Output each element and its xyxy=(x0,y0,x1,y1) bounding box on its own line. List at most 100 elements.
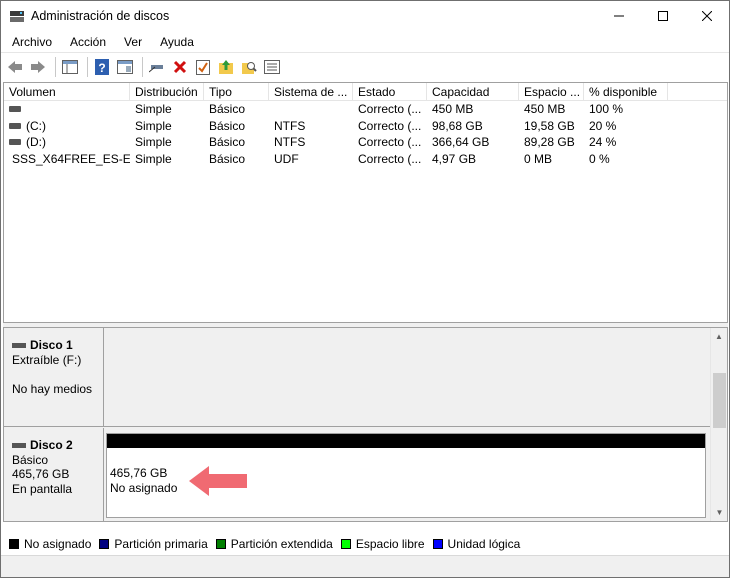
disk-management-window: Administración de discos Archivo Acción … xyxy=(0,0,730,578)
legend-item: Unidad lógica xyxy=(432,537,520,551)
close-icon xyxy=(702,11,712,21)
search-folder-button[interactable] xyxy=(239,57,259,77)
column-header-espacio[interactable]: Espacio ... xyxy=(519,83,584,101)
menu-ver[interactable]: Ver xyxy=(115,35,151,49)
scroll-up-arrow-icon[interactable]: ▲ xyxy=(711,328,727,345)
disk-map: Disco 1 Extraíble (F:) No hay medios Dis… xyxy=(3,327,728,522)
column-header-volumen[interactable]: Volumen xyxy=(4,83,130,101)
console-tree-button[interactable] xyxy=(60,57,80,77)
back-arrow-icon xyxy=(8,60,22,73)
menu-archivo[interactable]: Archivo xyxy=(3,35,61,49)
legend-label: No asignado xyxy=(24,537,92,551)
toolbar-separator xyxy=(87,56,88,77)
disk-1-spacer xyxy=(12,367,103,382)
minimize-icon xyxy=(614,15,624,17)
minimize-button[interactable] xyxy=(597,1,641,31)
table-row[interactable]: SSS_X64FREE_ES-E... Simple Básico UDF Co… xyxy=(4,151,727,168)
volume-capacity: 4,97 GB xyxy=(432,151,477,166)
disk-icon xyxy=(12,442,26,448)
disk-1-info[interactable]: Disco 1 Extraíble (F:) No hay medios xyxy=(4,328,104,426)
volume-list: Volumen Distribución Tipo Sistema de ...… xyxy=(3,82,728,323)
volume-icon xyxy=(9,106,21,113)
disk-2-info[interactable]: Disco 2 Básico 465,76 GB En pantalla xyxy=(4,428,104,521)
volume-pct: 24 % xyxy=(589,135,617,149)
status-bar xyxy=(1,555,729,577)
scroll-thumb[interactable] xyxy=(713,373,726,428)
list-view-button[interactable] xyxy=(262,57,282,77)
console-tree-icon xyxy=(62,59,78,74)
close-button[interactable] xyxy=(685,1,729,31)
back-button[interactable] xyxy=(5,57,25,77)
volume-icon xyxy=(9,139,21,146)
maximize-icon xyxy=(658,11,668,21)
legend-swatch-primary xyxy=(99,539,110,549)
volume-capacity: 450 MB xyxy=(432,102,474,116)
volume-type: Básico xyxy=(209,151,246,166)
volume-icon xyxy=(9,122,21,129)
volume-fs: NTFS xyxy=(274,135,306,149)
disk-2-row[interactable]: Disco 2 Básico 465,76 GB En pantalla 465… xyxy=(4,428,712,521)
column-header-tipo[interactable]: Tipo xyxy=(204,83,269,101)
help-icon: ? xyxy=(95,58,109,75)
toolbar: ? xyxy=(1,52,729,80)
unallocated-partition[interactable]: 465,76 GB No asignado xyxy=(106,433,706,518)
connect-icon xyxy=(149,64,163,72)
properties-button[interactable] xyxy=(115,57,135,77)
disk-2-name: Disco 2 xyxy=(30,438,73,452)
volume-type: Básico xyxy=(209,102,246,116)
legend: No asignado Partición primaria Partición… xyxy=(3,534,728,554)
volume-type: Básico xyxy=(209,135,246,149)
table-row[interactable]: (C:) Simple Básico NTFS Correcto (... 98… xyxy=(4,118,727,135)
help-button[interactable]: ? xyxy=(92,57,112,77)
menu-accion[interactable]: Acción xyxy=(61,35,115,49)
volume-name: SSS_X64FREE_ES-E... xyxy=(12,151,130,166)
disk-1-status: No hay medios xyxy=(12,381,93,396)
properties-icon xyxy=(117,59,133,74)
column-header-sistema[interactable]: Sistema de ... xyxy=(269,83,353,101)
scroll-down-arrow-icon[interactable]: ▼ xyxy=(711,504,727,521)
column-header-capacidad[interactable]: Capacidad xyxy=(427,83,519,101)
volume-fs: UDF xyxy=(274,151,299,166)
unallocated-header-bar xyxy=(107,434,705,448)
table-row[interactable]: (D:) Simple Básico NTFS Correcto (... 36… xyxy=(4,134,727,151)
disk-2-status: En pantalla xyxy=(12,481,73,496)
volume-free: 19,58 GB xyxy=(524,118,575,133)
toolbar-separator xyxy=(142,56,143,77)
disk-1-type: Extraíble (F:) xyxy=(12,352,82,367)
table-row[interactable]: Simple Básico Correcto (... 450 MB 450 M… xyxy=(4,101,727,118)
disk-1-row[interactable]: Disco 1 Extraíble (F:) No hay medios xyxy=(4,328,712,427)
maximize-button[interactable] xyxy=(641,1,685,31)
toolbar-separator xyxy=(55,56,56,77)
volume-layout: Simple xyxy=(135,151,172,166)
connect-button[interactable] xyxy=(147,57,167,77)
legend-item: Espacio libre xyxy=(340,537,425,551)
legend-label: Partición primaria xyxy=(114,537,208,551)
disk-2-size: 465,76 GB xyxy=(12,467,70,481)
svg-text:?: ? xyxy=(98,61,105,75)
column-header-distribucion[interactable]: Distribución xyxy=(130,83,204,101)
volume-layout: Simple xyxy=(135,102,172,116)
search-folder-icon xyxy=(242,61,257,74)
disk-map-scrollbar[interactable]: ▲ ▼ xyxy=(710,328,727,521)
legend-swatch-free xyxy=(340,539,351,549)
folder-up-button[interactable] xyxy=(216,57,236,77)
forward-button[interactable] xyxy=(28,57,48,77)
volume-capacity: 98,68 GB xyxy=(432,118,483,133)
menu-ayuda[interactable]: Ayuda xyxy=(151,35,203,49)
volume-type: Básico xyxy=(209,118,246,133)
column-header-estado[interactable]: Estado xyxy=(353,83,427,101)
check-button[interactable] xyxy=(193,57,213,77)
list-view-icon xyxy=(264,59,280,74)
delete-icon xyxy=(173,60,187,73)
title-bar: Administración de discos xyxy=(1,1,729,31)
legend-item: Partición extendida xyxy=(215,537,333,551)
column-header-disponible[interactable]: % disponible xyxy=(584,83,668,101)
legend-label: Partición extendida xyxy=(230,537,333,551)
legend-label: Espacio libre xyxy=(355,537,425,551)
volume-list-header: Volumen Distribución Tipo Sistema de ...… xyxy=(4,83,727,101)
volume-status: Correcto (... xyxy=(358,102,422,116)
volume-free: 89,28 GB xyxy=(524,135,575,149)
volume-pct: 20 % xyxy=(589,118,617,133)
volume-fs xyxy=(269,101,353,118)
delete-button[interactable] xyxy=(170,57,190,77)
